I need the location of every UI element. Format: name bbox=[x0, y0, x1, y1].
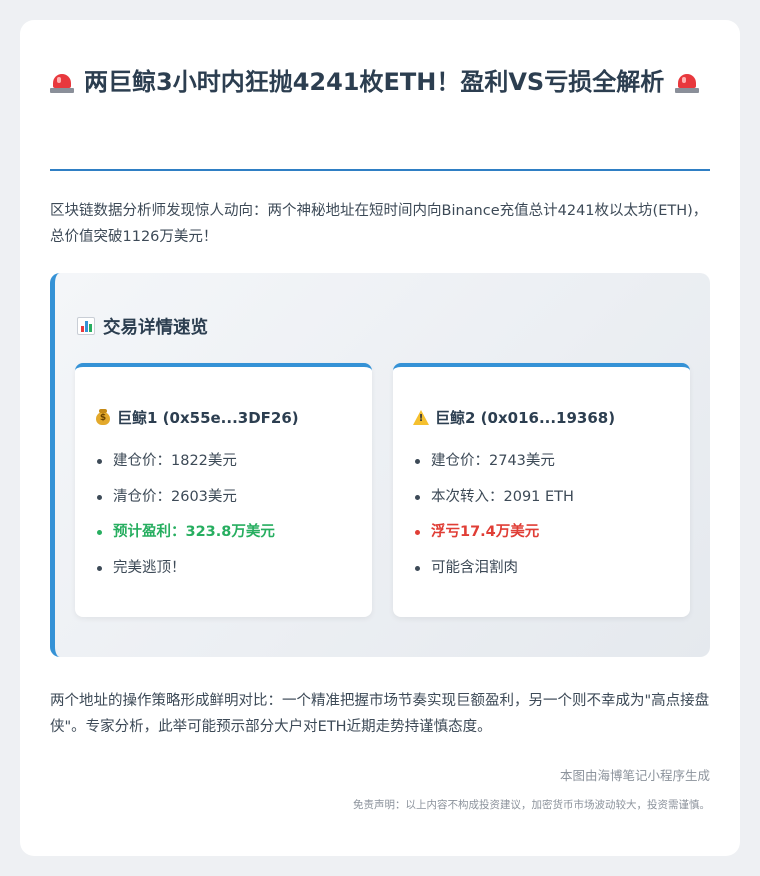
rotating-light-icon bbox=[50, 71, 74, 93]
whale-card-2: ! 巨鲸2 (0x016...19368) 建仓价：2743美元 本次转入：20… bbox=[393, 363, 690, 617]
whale-card-1: $ 巨鲸1 (0x55e...3DF26) 建仓价：1822美元 清仓价：260… bbox=[75, 363, 372, 617]
list-item: 可能含泪割肉 bbox=[413, 558, 673, 594]
warning-icon: ! bbox=[413, 409, 429, 425]
money-bag-icon: $ bbox=[95, 409, 111, 425]
intro-paragraph: 区块链数据分析师发现惊人动向：两个神秘地址在短时间内向Binance充值总计42… bbox=[50, 203, 708, 245]
list-item: 清仓价：2603美元 bbox=[95, 487, 355, 523]
source-note: 本图由海博笔记小程序生成 bbox=[559, 768, 710, 783]
trade-details-panel: 交易详情速览 $ 巨鲸1 (0x55e...3DF26) 建仓价：1822美元 … bbox=[50, 273, 710, 657]
list-item: 完美逃顶！ bbox=[95, 558, 355, 594]
profit-item: 预计盈利：323.8万美元 bbox=[95, 522, 355, 558]
loss-item: 浮亏17.4万美元 bbox=[413, 522, 673, 558]
rotating-light-icon bbox=[674, 71, 699, 93]
bar-chart-icon bbox=[77, 317, 95, 335]
panel-title: 交易详情速览 bbox=[77, 314, 208, 339]
whale-card-title: $ 巨鲸1 (0x55e...3DF26) bbox=[95, 407, 299, 428]
list-item: 建仓价：2743美元 bbox=[413, 451, 673, 487]
whale-card-title-text: 巨鲸1 (0x55e...3DF26) bbox=[117, 409, 299, 427]
article-card: 两巨鲸3小时内狂抛4241枚ETH！盈利VS亏损全解析 区块链数据分析师发现惊人… bbox=[20, 20, 740, 856]
whale-detail-list: 建仓价：1822美元 清仓价：2603美元 预计盈利：323.8万美元 完美逃顶… bbox=[95, 451, 355, 593]
article-title-text: 两巨鲸3小时内狂抛4241枚ETH！盈利VS亏损全解析 bbox=[84, 68, 665, 96]
whale-detail-list: 建仓价：2743美元 本次转入：2091 ETH 浮亏17.4万美元 可能含泪割… bbox=[413, 451, 673, 593]
disclaimer-text: 免责声明：以上内容不构成投资建议，加密货币市场波动较大，投资需谨慎。 bbox=[353, 799, 710, 811]
whale-card-title: ! 巨鲸2 (0x016...19368) bbox=[413, 407, 615, 428]
list-item: 建仓价：1822美元 bbox=[95, 451, 355, 487]
article-title: 两巨鲸3小时内狂抛4241枚ETH！盈利VS亏损全解析 bbox=[50, 66, 710, 98]
title-divider bbox=[50, 169, 710, 171]
list-item: 本次转入：2091 ETH bbox=[413, 487, 673, 523]
conclusion-paragraph: 两个地址的操作策略形成鲜明对比：一个精准把握市场节奏实现巨额盈利，另一个则不幸成… bbox=[50, 693, 710, 735]
panel-title-text: 交易详情速览 bbox=[103, 318, 208, 338]
whale-card-title-text: 巨鲸2 (0x016...19368) bbox=[435, 409, 616, 427]
